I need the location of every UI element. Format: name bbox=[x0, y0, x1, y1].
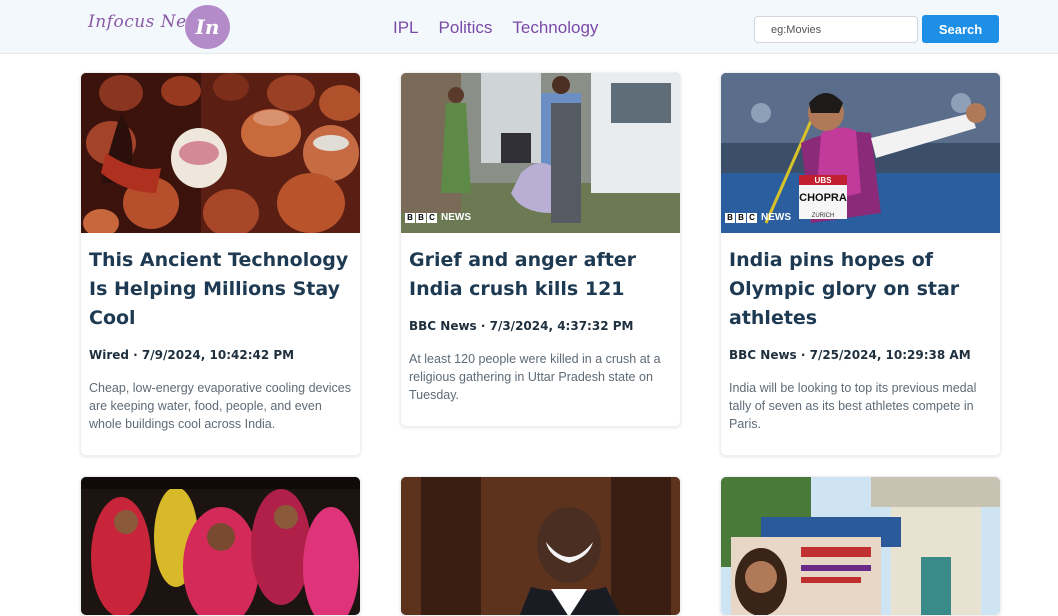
search-input[interactable] bbox=[754, 16, 918, 43]
article-card[interactable]: This Ancient Technology Is Helping Milli… bbox=[80, 72, 361, 456]
women-in-sarees-image[interactable] bbox=[81, 477, 360, 615]
article-description: India will be looking to top its previou… bbox=[729, 381, 977, 431]
article-card[interactable] bbox=[80, 476, 361, 616]
bbc-news-badge: BBC NEWS bbox=[725, 212, 791, 223]
bib-name-text: CHOPRA bbox=[799, 192, 847, 204]
main-nav: IPL Politics Technology bbox=[393, 18, 598, 38]
bib-top-text: UBS bbox=[815, 176, 833, 185]
article-card[interactable] bbox=[720, 476, 1001, 616]
article-meta: Wired · 7/9/2024, 10:42:42 PM bbox=[89, 348, 295, 362]
article-title[interactable]: India pins hopes of Olympic glory on sta… bbox=[729, 246, 992, 333]
bbc-news-badge: BBC NEWS bbox=[405, 212, 471, 223]
article-description: Cheap, low-energy evaporative cooling de… bbox=[89, 381, 351, 431]
smiling-man-image[interactable] bbox=[401, 477, 680, 615]
nav-link-technology[interactable]: Technology bbox=[512, 18, 598, 38]
article-meta: BBC News · 7/25/2024, 10:29:38 AM bbox=[729, 348, 971, 362]
terracotta-pots-image[interactable] bbox=[81, 73, 360, 233]
logo-badge[interactable]: In bbox=[185, 5, 230, 49]
search-button[interactable]: Search bbox=[922, 15, 999, 43]
article-card[interactable]: UBS CHOPRA ZURICH BBC NEWS India pins ho… bbox=[720, 72, 1001, 456]
bib-city-text: ZURICH bbox=[812, 213, 835, 219]
article-meta: BBC News · 7/3/2024, 4:37:32 PM bbox=[409, 319, 634, 333]
article-description: At least 120 people were killed in a cru… bbox=[409, 352, 661, 402]
temple-poster-image[interactable] bbox=[721, 477, 1000, 615]
nav-link-politics[interactable]: Politics bbox=[439, 18, 493, 38]
javelin-athlete-image[interactable]: UBS CHOPRA ZURICH BBC NEWS bbox=[721, 73, 1000, 233]
article-card[interactable]: BBC NEWS Grief and anger after India cru… bbox=[400, 72, 681, 427]
article-card[interactable] bbox=[400, 476, 681, 616]
site-header: Infocus News In IPL Politics Technology … bbox=[0, 0, 1058, 54]
nav-link-ipl[interactable]: IPL bbox=[393, 18, 419, 38]
article-title[interactable]: Grief and anger after India crush kills … bbox=[409, 246, 672, 304]
grieving-people-image[interactable]: BBC NEWS bbox=[401, 73, 680, 233]
article-title[interactable]: This Ancient Technology Is Helping Milli… bbox=[89, 246, 352, 333]
